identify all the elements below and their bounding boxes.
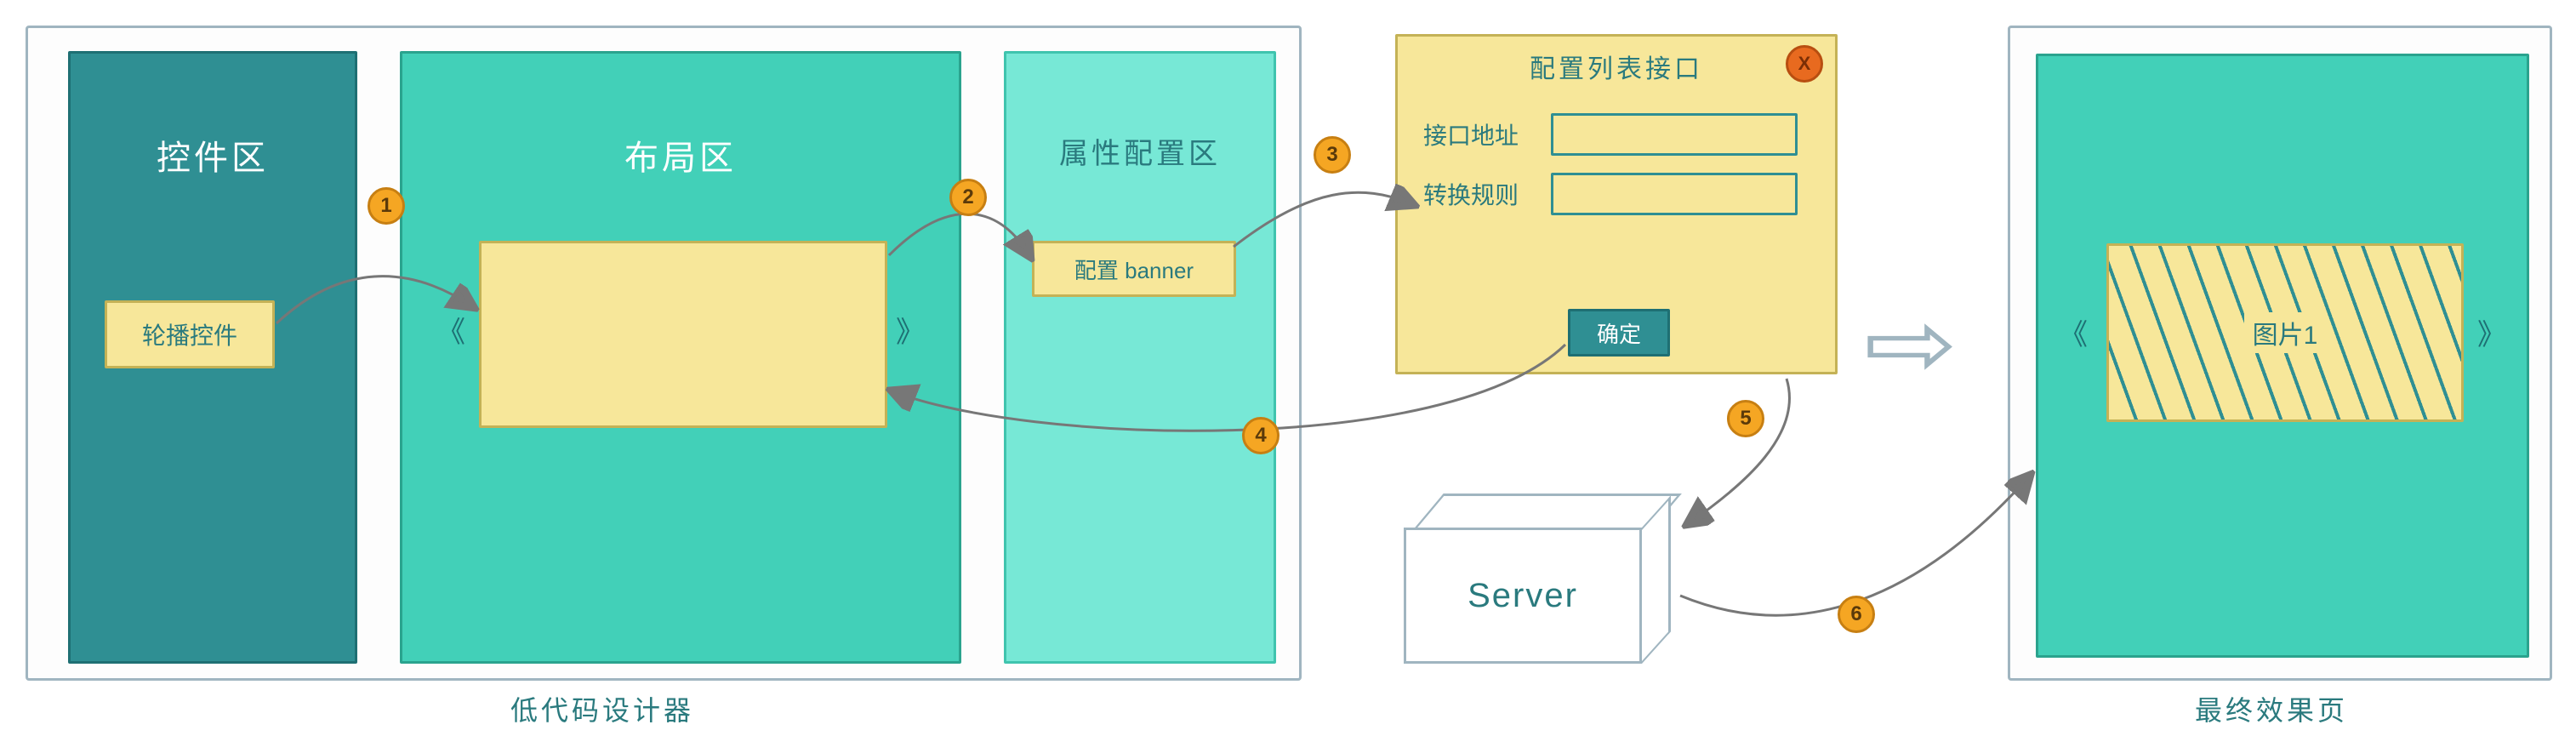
- step-badge-6: 6: [1838, 596, 1875, 633]
- step-badge-4: 4: [1242, 417, 1279, 454]
- arrow-1: [0, 0, 2576, 736]
- step-5-label: 5: [1740, 407, 1751, 431]
- step-badge-2: 2: [949, 179, 987, 216]
- step-badge-3: 3: [1314, 136, 1351, 174]
- step-2-label: 2: [962, 185, 973, 209]
- step-badge-1: 1: [368, 187, 405, 225]
- step-3-label: 3: [1326, 143, 1337, 167]
- step-1-label: 1: [380, 194, 391, 218]
- step-6-label: 6: [1850, 602, 1861, 626]
- step-4-label: 4: [1255, 424, 1266, 448]
- step-badge-5: 5: [1727, 400, 1764, 437]
